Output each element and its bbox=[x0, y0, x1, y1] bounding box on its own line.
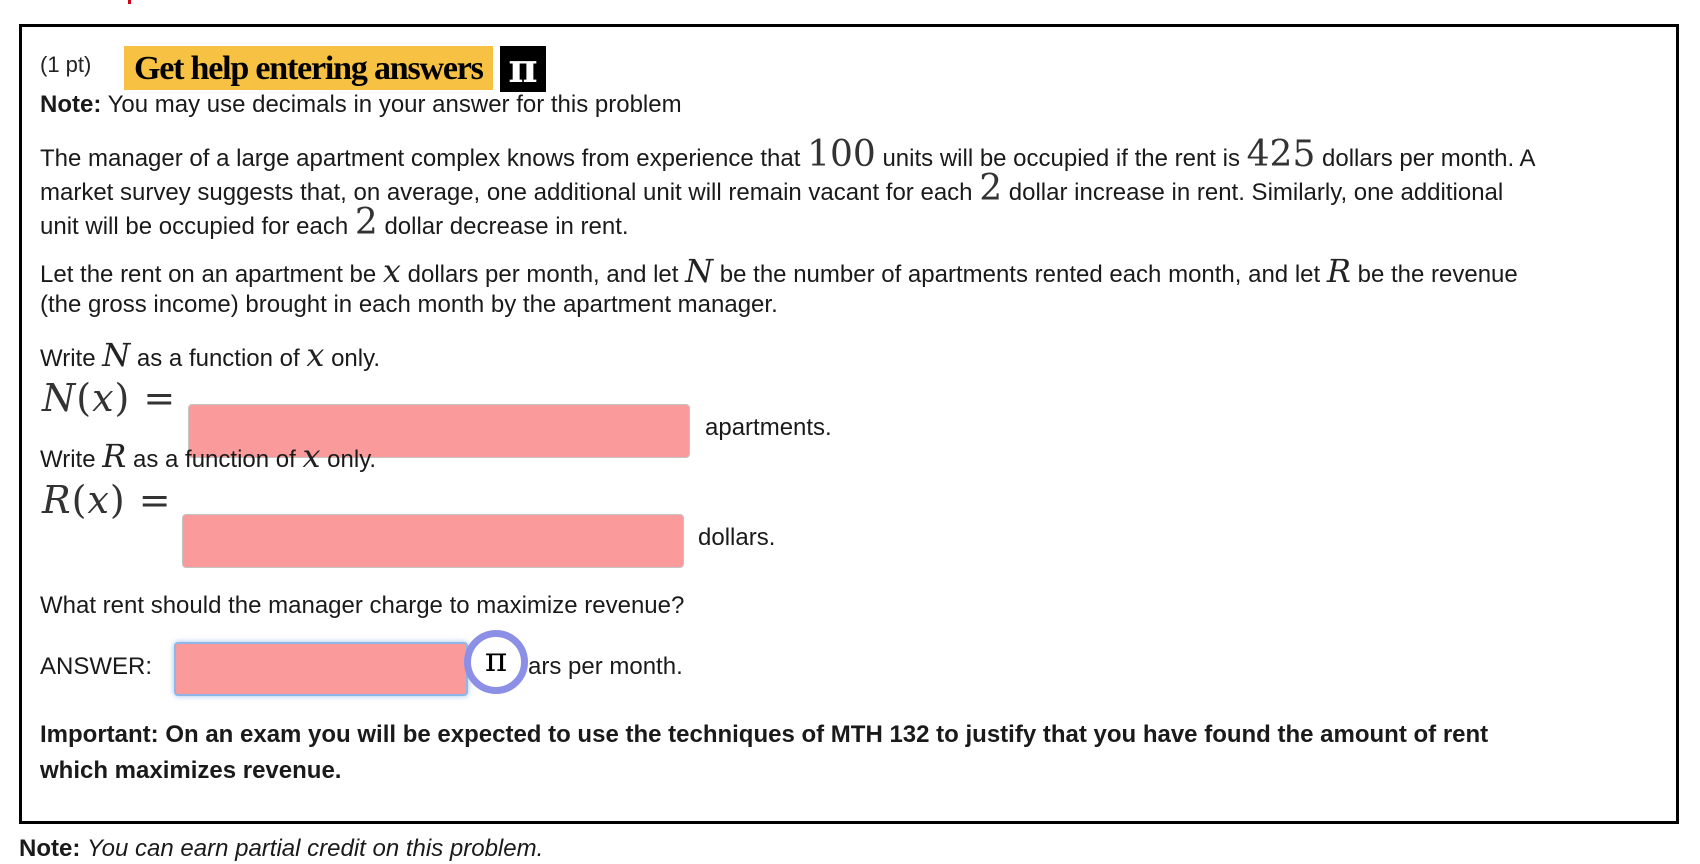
paragraph1-line1: The manager of a large apartment complex… bbox=[40, 137, 1536, 174]
p1-text: dollars per month. A bbox=[1322, 145, 1536, 172]
page-top-marker bbox=[128, 0, 131, 4]
eq-function-name: R bbox=[42, 478, 72, 522]
eq-function-name: N bbox=[42, 376, 77, 420]
points-label: (1 pt) bbox=[40, 52, 92, 77]
rent-value: 425 bbox=[1246, 134, 1316, 175]
eq-argument: x bbox=[92, 376, 115, 420]
var-r: R bbox=[1326, 252, 1351, 290]
question-r-prompt: Write R as a function of x only. bbox=[40, 440, 377, 475]
r-of-x-input[interactable] bbox=[182, 514, 684, 568]
var-n: N bbox=[685, 252, 714, 290]
step-up-value: 2 bbox=[979, 168, 1003, 209]
n-of-x-equation: N(x) = bbox=[42, 376, 177, 420]
p1-text: dollar increase in rent. Similarly, one … bbox=[1008, 179, 1504, 206]
maximize-question: What rent should the manager charge to m… bbox=[40, 592, 685, 619]
p1-text: units will be occupied if the rent is bbox=[882, 145, 1240, 172]
note-text: You may use decimals in your answer for … bbox=[107, 91, 682, 118]
partial-credit-note: Note: You can earn partial credit on thi… bbox=[19, 834, 543, 864]
p2-text: be the revenue bbox=[1357, 261, 1518, 288]
help-entering-answers-button[interactable]: Get help entering answers bbox=[124, 46, 493, 90]
var-x: x bbox=[382, 252, 401, 290]
paragraph1-line3: unit will be occupied for each 2 dollar … bbox=[40, 205, 629, 242]
prompt-text: as a function of bbox=[133, 446, 296, 473]
var-r: R bbox=[102, 437, 127, 475]
question-n-prompt: Write N as a function of x only. bbox=[40, 339, 380, 374]
paragraph1-line2: market survey suggests that, on average,… bbox=[40, 171, 1504, 208]
prompt-text: as a function of bbox=[136, 345, 300, 372]
pi-icon[interactable]: π bbox=[500, 46, 546, 92]
paragraph2-line1: Let the rent on an apartment be x dollar… bbox=[40, 255, 1518, 290]
answer-label: ANSWER: bbox=[40, 653, 153, 680]
prompt-text: only. bbox=[327, 446, 377, 473]
max-rent-input[interactable] bbox=[174, 642, 468, 696]
var-n: N bbox=[102, 336, 131, 374]
important-note-line2: which maximizes revenue. bbox=[40, 757, 342, 784]
r-of-x-equation: R(x) = bbox=[42, 478, 172, 522]
p2-text: dollars per month, and let bbox=[407, 261, 679, 288]
prompt-text: Write bbox=[40, 446, 96, 473]
eq-argument: x bbox=[87, 478, 110, 522]
p1-text: dollar decrease in rent. bbox=[384, 213, 629, 240]
paragraph2-line2: (the gross income) brought in each month… bbox=[40, 291, 778, 318]
p1-text: The manager of a large apartment complex… bbox=[40, 145, 801, 172]
dollars-unit: dollars. bbox=[698, 524, 776, 551]
prompt-text: Write bbox=[40, 345, 96, 372]
decimals-note: Note: You may use decimals in your answe… bbox=[40, 90, 682, 120]
footer-note-text: You can earn partial credit on this prob… bbox=[87, 835, 544, 862]
pi-equation-editor-icon[interactable]: π bbox=[464, 630, 528, 694]
p2-text: Let the rent on an apartment be bbox=[40, 261, 377, 288]
p1-text: unit will be occupied for each bbox=[40, 213, 349, 240]
p1-text: market survey suggests that, on average,… bbox=[40, 179, 973, 206]
prompt-text: only. bbox=[331, 345, 380, 372]
footer-note-label: Note: bbox=[19, 835, 81, 862]
step-down-value: 2 bbox=[354, 202, 378, 243]
apartments-unit: apartments. bbox=[705, 414, 832, 441]
important-note-line1: Important: On an exam you will be expect… bbox=[40, 721, 1489, 748]
note-label: Note: bbox=[40, 91, 102, 118]
var-x: x bbox=[302, 437, 321, 475]
units-value: 100 bbox=[807, 134, 876, 175]
per-month-unit: ars per month. bbox=[528, 653, 683, 680]
var-x: x bbox=[306, 336, 325, 374]
p2-text: be the number of apartments rented each … bbox=[719, 261, 1321, 288]
